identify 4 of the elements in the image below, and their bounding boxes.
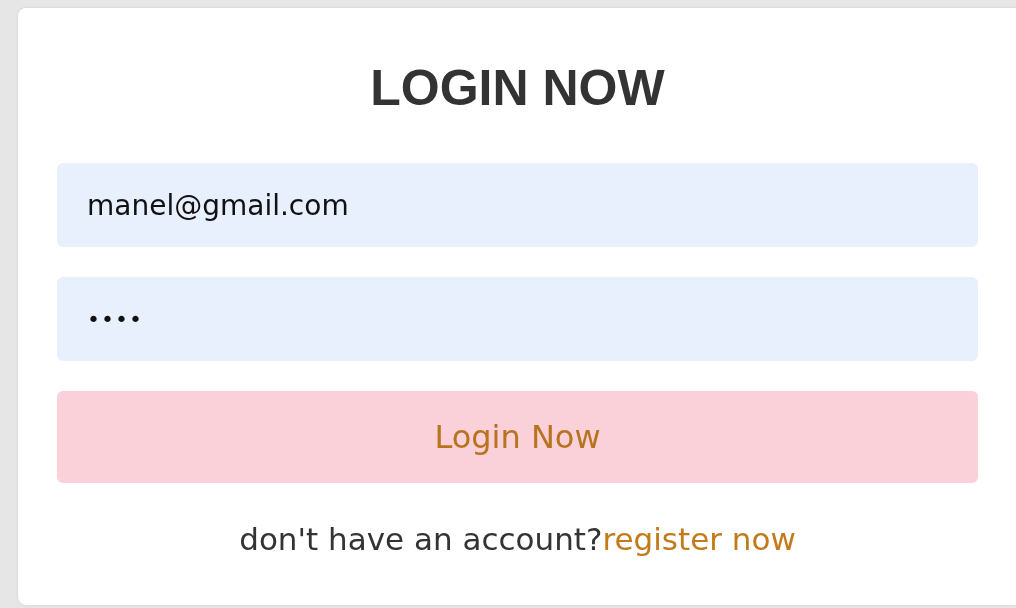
footer-text: don't have an account? (239, 521, 603, 557)
email-field[interactable]: manel@gmail.com (57, 163, 978, 247)
password-field[interactable]: •••• (57, 277, 978, 361)
form-title: LOGIN NOW (369, 59, 666, 118)
